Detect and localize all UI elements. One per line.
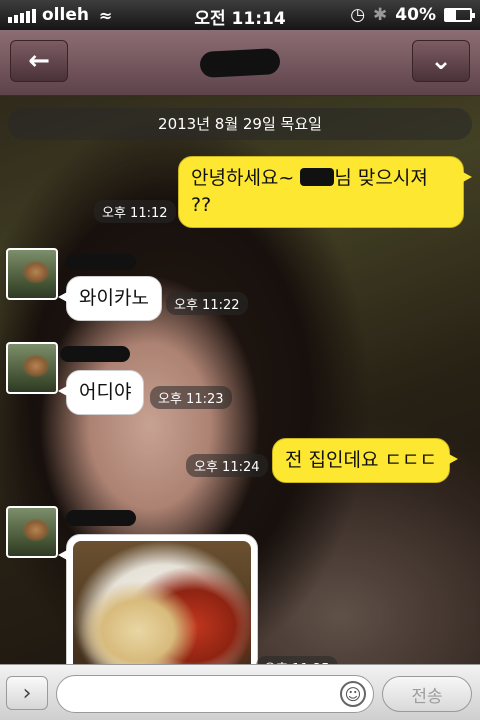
message-text: 안녕하세요~ [191, 167, 301, 189]
status-bar: olleh ≈ 오전 11:14 ◷ ✱ 40% [0, 0, 480, 30]
send-label: 전송 [411, 686, 443, 707]
message-bubble-received[interactable]: 어디야 [57, 370, 145, 415]
message-text: 전 집인데요 ㄷㄷㄷ [285, 449, 437, 471]
send-button[interactable]: 전송 [382, 676, 472, 712]
avatar[interactable] [6, 342, 58, 394]
message-text: 와이카노 [79, 287, 149, 309]
status-right: ◷ ✱ 40% [350, 5, 475, 25]
chat-title-redacted [180, 47, 300, 79]
menu-button[interactable]: ⌄ [412, 40, 470, 82]
nav-bar: ← ⌄ [0, 30, 480, 96]
avatar[interactable] [6, 506, 58, 558]
message-time: 오후 11:23 [150, 386, 232, 409]
date-divider: 2013년 8월 29일 목요일 [8, 108, 472, 140]
clock-icon: ◷ [350, 5, 366, 25]
redacted-name [199, 47, 281, 79]
message-time: 오후 11:22 [166, 292, 248, 315]
battery-percent: 40% [395, 5, 436, 25]
redacted-name [300, 168, 335, 186]
message-input[interactable] [56, 675, 374, 713]
message-time: 오후 11:24 [186, 454, 268, 477]
expand-button[interactable]: › [6, 676, 48, 710]
message-bubble-received[interactable]: 와이카노 [58, 276, 162, 321]
food-photo [73, 541, 251, 664]
chat-area[interactable]: 2013년 8월 29일 목요일 안녕하세요~ 님 맞으시져 ?? 오후 11:… [0, 96, 480, 664]
battery-icon [444, 8, 475, 22]
smiley-icon[interactable]: ☺ [340, 681, 366, 707]
avatar[interactable] [6, 248, 58, 300]
chevron-right-icon: › [22, 680, 32, 706]
sender-name-redacted [60, 346, 130, 362]
message-text: 어디야 [79, 381, 132, 403]
message-time: 오후 11:25 [256, 656, 338, 664]
message-bubble-sent[interactable]: 전 집인데요 ㄷㄷㄷ [272, 438, 458, 483]
sender-name-redacted [66, 254, 136, 270]
input-bar: › ☺ 전송 [0, 664, 480, 720]
bluetooth-icon: ✱ [373, 5, 388, 25]
message-bubble-sent[interactable]: 안녕하세요~ 님 맞으시져 ?? [178, 156, 472, 228]
chevron-down-icon: ⌄ [430, 46, 452, 76]
sender-name-redacted [66, 510, 136, 526]
back-button[interactable]: ← [10, 40, 68, 82]
photo-message[interactable] [58, 534, 258, 664]
back-arrow-icon: ← [28, 46, 50, 76]
message-time: 오후 11:12 [94, 200, 176, 223]
